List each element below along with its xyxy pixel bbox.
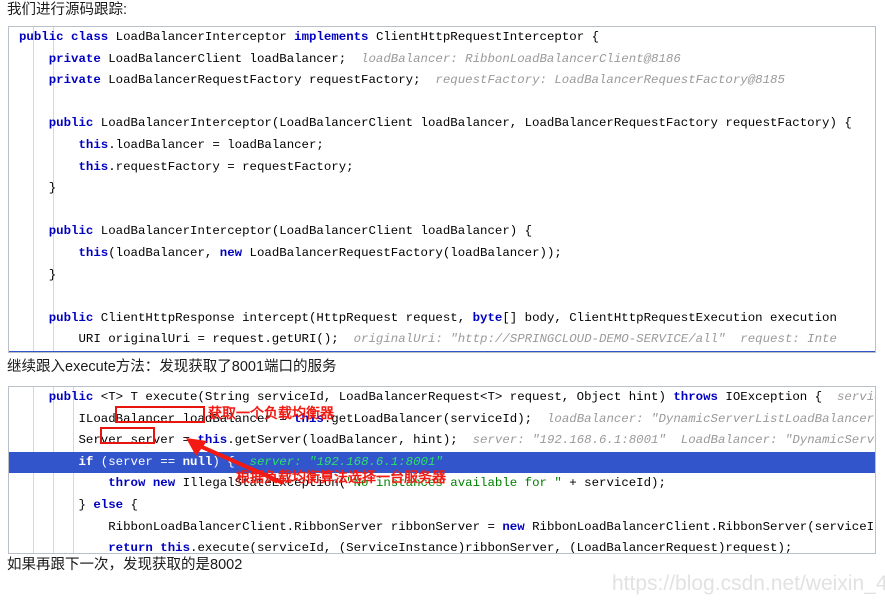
code-line[interactable]: public LoadBalancerInterceptor(LoadBalan…	[9, 113, 875, 135]
code-keyword: else	[93, 497, 131, 512]
code-panel-ribbon-client[interactable]: public <T> T execute(String serviceId, L…	[8, 386, 876, 554]
code-lines-2[interactable]: public <T> T execute(String serviceId, L…	[9, 387, 875, 553]
code-text: LoadBalancerClient loadBalancer;	[108, 51, 362, 66]
code-text: .execute(serviceId, (ServiceInstance)rib…	[190, 541, 793, 553]
inlay-hint: serviceId:	[836, 390, 875, 404]
code-line[interactable]: this.loadBalancer = loadBalancer;	[9, 135, 875, 157]
code-line[interactable]: if (server == null) { server: "192.168.6…	[9, 451, 875, 474]
code-text: }	[19, 497, 94, 512]
code-keyword: byte	[472, 310, 503, 325]
code-line[interactable]: }	[9, 265, 875, 287]
code-keyword: throw new	[19, 476, 183, 491]
code-keyword: if	[19, 454, 101, 469]
middle-text: 继续跟入execute方法：发现获取了8001端口的服务	[7, 359, 337, 375]
code-line[interactable]: this.requestFactory = requestFactory;	[9, 157, 875, 179]
code-keyword: public	[19, 116, 101, 131]
code-line[interactable]	[9, 92, 875, 114]
code-text: <T> T execute(String serviceId, LoadBala…	[100, 390, 674, 404]
code-line[interactable]: } else {	[9, 495, 875, 517]
code-text: }	[19, 267, 57, 282]
code-line[interactable]: public class LoadBalancerInterceptor imp…	[9, 27, 875, 49]
code-keyword: public	[19, 310, 101, 325]
code-keyword: return this	[19, 541, 191, 553]
code-text: LoadBalancerInterceptor(LoadBalancerClie…	[100, 224, 533, 239]
code-keyword: implements	[294, 30, 376, 44]
code-line[interactable]: public ClientHttpResponse intercept(Http…	[9, 308, 875, 330]
inlay-hint: server: "192.168.6.1:8001" LoadBalancer:…	[472, 433, 875, 448]
watermark-page: https://blog.csdn.net/weixin_44814258	[612, 572, 885, 595]
code-text: ILoadBalancer loadBalancer =	[19, 411, 295, 426]
code-keyword: this	[197, 433, 228, 448]
code-text: LoadBalancerRequestFactory requestFactor…	[108, 73, 436, 88]
code-text: URI originalUri = request.getURI();	[19, 332, 354, 347]
code-text: RibbonLoadBalancerClient.RibbonServer(se…	[532, 519, 875, 534]
code-keyword: public class	[19, 30, 116, 44]
code-lines-1[interactable]: public class LoadBalancerInterceptor imp…	[9, 27, 875, 352]
code-keyword: this	[19, 245, 109, 260]
code-text: .getServer(loadBalancer, hint);	[227, 433, 473, 448]
code-string: "No instances available for "	[346, 476, 562, 491]
code-text: .getLoadBalancer(serviceId);	[323, 411, 547, 426]
inlay-hint: loadBalancer: "DynamicServerListLoadBala…	[546, 411, 875, 426]
code-line[interactable]: public <T> T execute(String serviceId, L…	[9, 387, 875, 409]
code-text: .requestFactory = requestFactory;	[108, 159, 354, 174]
code-line[interactable]: }	[9, 178, 875, 200]
code-keyword: throws	[673, 390, 726, 404]
code-text: ClientHttpResponse intercept(HttpRequest…	[100, 310, 473, 325]
code-keyword: this	[19, 137, 109, 152]
code-line[interactable]: private LoadBalancerClient loadBalancer;…	[9, 49, 875, 71]
code-text: LoadBalancerInterceptor	[115, 30, 295, 44]
code-text: [] body, ClientHttpRequestExecution exec…	[502, 310, 837, 325]
code-keyword: private	[19, 73, 109, 88]
code-line[interactable]: private LoadBalancerRequestFactory reque…	[9, 70, 875, 92]
code-line[interactable]: this(loadBalancer, new LoadBalancerReque…	[9, 243, 875, 265]
code-text: (loadBalancer,	[108, 245, 220, 260]
code-line[interactable]: RibbonLoadBalancerClient.RibbonServer ri…	[9, 517, 875, 539]
code-line[interactable]: throw new IllegalStateException("No inst…	[9, 473, 875, 495]
code-line[interactable]: String serviceName = originalUri.getHost…	[9, 350, 875, 352]
code-keyword: private	[19, 51, 109, 66]
code-text: IllegalStateException(	[182, 476, 347, 491]
code-text: + serviceId);	[561, 476, 666, 491]
code-text: (server ==	[100, 454, 183, 469]
code-text: .loadBalancer = loadBalancer;	[108, 137, 324, 152]
code-text: LoadBalancerInterceptor(LoadBalancerClie…	[100, 116, 852, 131]
code-text: RibbonLoadBalancerClient.RibbonServer ri…	[19, 519, 503, 534]
code-text: }	[19, 181, 57, 196]
code-keyword: public	[19, 390, 101, 404]
inlay-hint: server: "192.168.6.1:8001"	[249, 454, 443, 469]
code-panel-interceptor[interactable]: public class LoadBalancerInterceptor imp…	[8, 26, 876, 353]
code-text: ) {	[212, 454, 250, 469]
code-line-list-1[interactable]: public class LoadBalancerInterceptor imp…	[9, 27, 875, 352]
code-keyword: new	[219, 245, 250, 260]
code-line[interactable]: return this.execute(serviceId, (ServiceI…	[9, 538, 875, 553]
code-line[interactable]	[9, 286, 875, 308]
code-text: ClientHttpRequestInterceptor {	[375, 30, 600, 44]
code-keyword: this	[19, 159, 109, 174]
code-keyword: this	[294, 411, 324, 426]
code-line[interactable]: ILoadBalancer loadBalancer = this.getLoa…	[9, 409, 875, 431]
code-text: LoadBalancerRequestFactory(loadBalancer)…	[249, 245, 562, 260]
code-text: IOException {	[725, 390, 837, 404]
intro-text: 我们进行源码跟踪:	[7, 2, 128, 18]
code-keyword: public	[19, 224, 101, 239]
code-line[interactable]: public LoadBalancerInterceptor(LoadBalan…	[9, 221, 875, 243]
code-line-list-2[interactable]: public <T> T execute(String serviceId, L…	[9, 387, 875, 553]
code-text: Server server =	[19, 433, 198, 448]
code-text: {	[130, 497, 138, 512]
code-line[interactable]: URI originalUri = request.getURI(); orig…	[9, 329, 875, 351]
code-keyword: new	[502, 519, 533, 534]
code-line[interactable]: Server server = this.getServer(loadBalan…	[9, 430, 875, 452]
code-line[interactable]	[9, 200, 875, 222]
bottom-text: 如果再跟下一次，发现获取的是8002	[7, 557, 243, 573]
code-keyword: null	[182, 454, 213, 469]
inlay-hint: requestFactory: LoadBalancerRequestFacto…	[435, 73, 785, 88]
inlay-hint: originalUri: "http://SPRINGCLOUD-DEMO-SE…	[353, 332, 837, 347]
inlay-hint: loadBalancer: RibbonLoadBalancerClient@8…	[361, 51, 681, 66]
